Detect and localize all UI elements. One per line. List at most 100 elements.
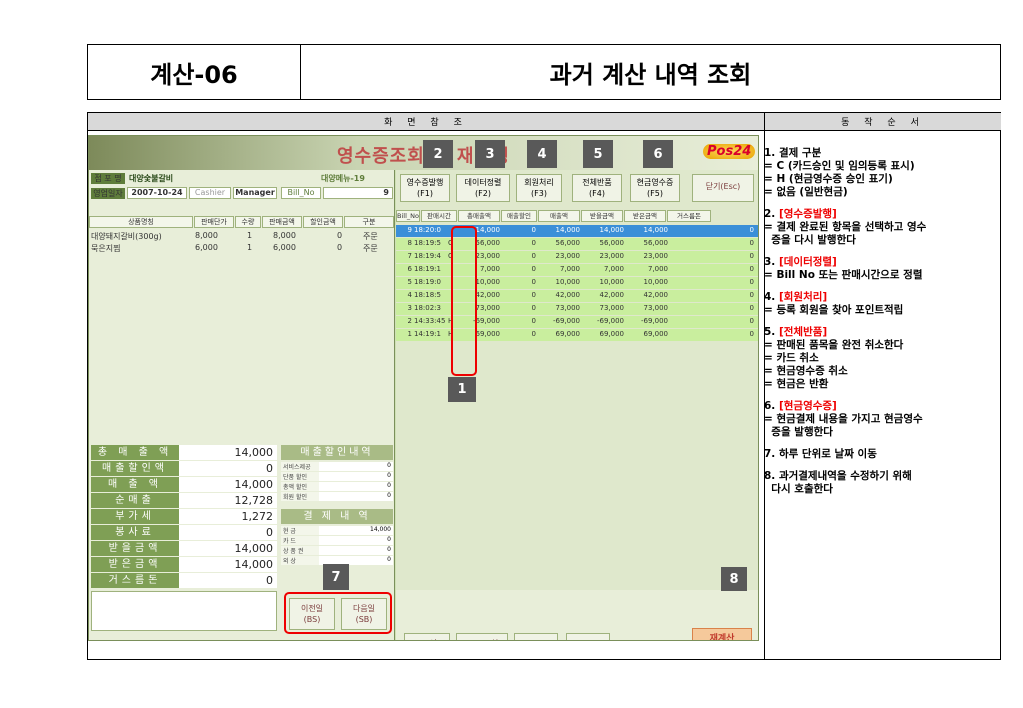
history-cell-sales: 7,000 [559,265,580,273]
history-cell-time: 18:19:0 [414,278,441,286]
receipt-panel: 점 포 명 대양숯불갈비 대양메뉴-19 영업일자 2007-10-24 Cas… [89,170,395,640]
summary-due: 받을금액 14,000 [91,541,277,556]
history-cell-due: 10,000 [599,278,625,286]
procedure-line: 증을 다시 발행한다 [764,234,856,246]
menu-name: 대양메뉴-19 [321,174,365,183]
payment-row: 카 드0 [281,536,393,545]
history-cell-recv: 56,000 [643,239,669,247]
step-number: 5. [764,326,779,338]
down-button[interactable]: Down(하) [456,633,508,640]
step-number: 4. [764,291,779,303]
item-amount: 6,000 [273,243,296,252]
history-cell-disc: 0 [531,278,536,286]
col-item-qty: 수량 [235,216,261,228]
date-field[interactable]: 2007-10-24 [127,187,187,199]
billno-field: 9 [323,187,393,199]
history-cell-no: 3 [407,304,412,312]
history-cell-time: 18:19:1 [414,265,441,273]
procedure-step: 5. [전체반품] = 판매된 품목을 완전 취소한다 = 카드 취소 = 현금영수증… [764,326,1000,391]
procedure-line: = 현금결제 내용을 가지고 현금영수 [764,413,923,425]
history-cell-disc: 0 [531,317,536,325]
procedure-step: 3. [데이터정렬] = Bill No 또는 판매시간으로 정렬 [764,256,1000,282]
history-cell-recv: -69,000 [640,317,668,325]
history-cell-disc: 0 [531,226,536,234]
payment-row: 상 품 권0 [281,546,393,555]
payment-row: 현 금 14,000 [281,526,393,535]
document-header: 계산-06 과거 계산 내역 조회 [87,44,1001,100]
col-time: 판매시간 [421,210,457,222]
history-cell-chg: 0 [749,304,754,312]
col-item-disc: 할인금액 [303,216,343,228]
close-button[interactable]: 닫기(Esc) [692,174,754,202]
marker-5: 5 [583,140,613,168]
col-total: 총매출액 [458,210,500,222]
procedure-head: 동 작 순 서 [765,113,1001,131]
history-cell-no: 7 [407,252,412,260]
history-cell-chg: 0 [749,291,754,299]
history-cell-sales: 42,000 [555,291,581,299]
history-cell-time: 18:19:5 [414,239,441,247]
history-cell-disc: 0 [531,291,536,299]
step-title: [영수증발행] [778,208,837,220]
pgup-button[interactable]: PgUp [514,633,558,640]
history-cell-time: 18:18:5 [414,291,441,299]
history-cell-sales: 14,000 [555,226,581,234]
col-received: 받은금액 [624,210,666,222]
step-number: 2. [764,208,779,220]
full-return-button[interactable]: 전체반품 (F4) [572,174,622,202]
store-label: 점 포 명 [91,173,125,184]
procedure-step-head: 5. [전체반품] [764,326,1000,339]
discount-row: 서비스제공 0 [281,462,393,471]
discount-row: 단품 할인 0 [281,472,393,481]
history-cell-sales: 69,000 [555,330,581,338]
up-button[interactable]: Up(상) [404,633,450,640]
history-cell-due: 23,000 [599,252,625,260]
procedure-line: 다시 호출한다 [764,483,833,495]
pos24-logo: Pos24 [703,144,756,159]
step-number: 6. [764,400,779,412]
recalc-button[interactable]: 재계산 처리 [692,628,752,640]
data-sort-button[interactable]: 데이터정렬 (F2) [456,174,510,202]
item-row[interactable]: 묵은지찜 6,000 1 6,000 0 주문 [91,243,393,254]
highlight-day-buttons [284,592,392,634]
cash-receipt-button[interactable]: 현금영수증 (F5) [630,174,680,202]
member-button[interactable]: 회원처리 (F3) [516,174,562,202]
item-price: 8,000 [195,231,218,240]
item-row[interactable]: 대양돼지갈비(300g) 8,000 1 8,000 0 주문 [91,231,393,242]
procedure-line: = 없음 (일반현금) [764,186,848,198]
history-columns: Bill_No 판매시간 총매출액 매출할인 매출액 받을금액 받은금액 거스름… [396,210,758,222]
summary-received: 받은금액 14,000 [91,557,277,572]
history-cell-due: 14,000 [599,226,625,234]
highlight-payment-type [451,226,477,376]
history-cell-chg: 0 [749,265,754,273]
col-sales: 매출액 [538,210,580,222]
history-cell-recv: 23,000 [643,252,669,260]
history-cell-no: 9 [407,226,412,234]
procedure-step-head: 1. 결제 구분 [764,147,822,159]
procedure-step-head: 7. 하루 단위로 날짜 이동 [764,448,877,460]
history-cell-recv: 42,000 [643,291,669,299]
summary-vat: 부가세 1,272 [91,509,277,524]
summary-net-sales: 순매출 12,728 [91,493,277,508]
summary-service: 봉사료 0 [91,525,277,540]
memo-box [91,591,277,631]
discount-head: 매출할인내역 [281,445,393,460]
history-cell-recv: 73,000 [643,304,669,312]
procedure-line: = 현금은 반환 [764,378,829,390]
procedure-step-head: 4. [회원처리] [764,291,1000,304]
pgdn-button[interactable]: PgDn [566,633,610,640]
history-cell-no: 5 [407,278,412,286]
receipt-issue-button[interactable]: 영수증발행 (F1) [400,174,450,202]
history-cell-disc: 0 [531,304,536,312]
history-cell-sales: 23,000 [555,252,581,260]
step-title: [현금영수증] [778,400,837,412]
history-cell-due: 73,000 [599,304,625,312]
procedure-line: 증을 발행한다 [764,426,833,438]
procedure-step-head: 8. 과거결제내역을 수정하기 위해 [764,470,912,482]
discount-row: 총액 할인 0 [281,482,393,491]
procedure-step: 7. 하루 단위로 날짜 이동 [764,448,1000,461]
procedure-line: = 카드 취소 [764,352,819,364]
history-cell-no: 1 [407,330,412,338]
step-title: [전체반품] [778,326,828,338]
item-name: 묵은지찜 [91,244,121,253]
